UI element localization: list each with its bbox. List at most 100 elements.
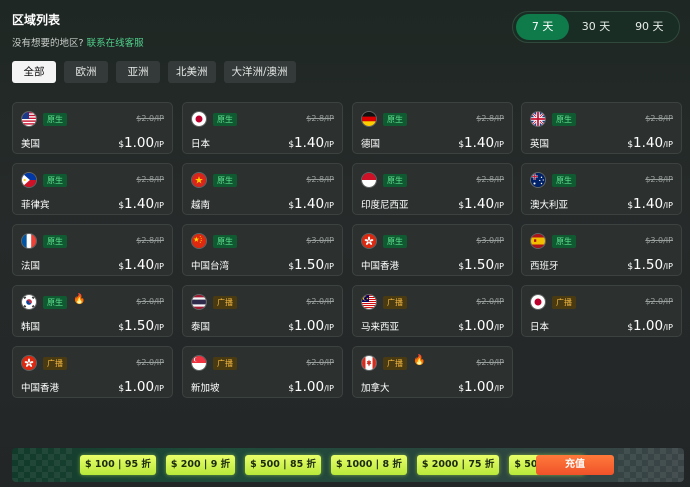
- fire-icon: 🔥: [73, 294, 86, 305]
- region-card[interactable]: 广播 $2.0/IP 中国香港 $1.00/IP: [12, 346, 173, 398]
- region-tab-north-america[interactable]: 北美洲: [168, 61, 216, 83]
- price-unit: /IP: [494, 323, 504, 332]
- region-card[interactable]: 原生 $2.0/IP 美国 $1.00/IP: [12, 102, 173, 154]
- period-option-7d[interactable]: 7 天: [516, 14, 570, 40]
- discount-price: $1.50/IP: [627, 254, 673, 273]
- region-tab-oceania[interactable]: 大洋洲/澳洲: [223, 61, 296, 83]
- recharge-deal-button[interactable]: $ 1000 | 8 折: [331, 455, 407, 475]
- original-price: $2.0/IP: [645, 297, 673, 306]
- region-card[interactable]: 广播 $2.0/IP 泰国 $1.00/IP: [182, 285, 343, 337]
- original-price: $3.0/IP: [645, 236, 673, 245]
- native-badge: 原生: [43, 235, 67, 248]
- region-card[interactable]: 广播 $2.0/IP 日本 $1.00/IP: [521, 285, 682, 337]
- original-price: $2.8/IP: [306, 114, 334, 123]
- contact-support-link[interactable]: 联系在线客服: [87, 38, 144, 49]
- price-unit: /IP: [494, 384, 504, 393]
- broadcast-badge: 广播: [213, 357, 237, 370]
- discount-price: $1.00/IP: [458, 315, 504, 334]
- hk-flag-icon: [361, 233, 377, 249]
- region-card[interactable]: 原生 $3.0/IP 西班牙 $1.50/IP: [521, 224, 682, 276]
- ca-flag-icon: [361, 355, 377, 371]
- region-name: 日本: [191, 139, 211, 150]
- original-price: $2.0/IP: [136, 114, 164, 123]
- broadcast-badge: 广播: [213, 296, 237, 309]
- discount-price: $1.50/IP: [288, 254, 334, 273]
- region-card[interactable]: 广播 $2.0/IP 新加坡 $1.00/IP: [182, 346, 343, 398]
- original-price: $3.0/IP: [136, 297, 164, 306]
- price-unit: /IP: [324, 140, 334, 149]
- region-card[interactable]: 原生 $2.8/IP 澳大利亚 $1.40/IP: [521, 163, 682, 215]
- page-title: 区域列表: [12, 13, 61, 27]
- native-badge: 原生: [552, 113, 576, 126]
- broadcast-badge: 广播: [552, 296, 576, 309]
- native-badge: 原生: [43, 174, 67, 187]
- region-card[interactable]: 原生 $2.8/IP 印度尼西亚 $1.40/IP: [352, 163, 513, 215]
- region-card[interactable]: 广播 🔥 $2.0/IP 加拿大 $1.00/IP: [352, 346, 513, 398]
- period-option-90d[interactable]: 90 天: [623, 14, 676, 40]
- recharge-deal-button[interactable]: $ 500 | 85 折: [245, 455, 321, 475]
- original-price: $2.8/IP: [645, 175, 673, 184]
- region-tab-asia[interactable]: 亚洲: [116, 61, 160, 83]
- price-amount: 1.40: [124, 257, 155, 273]
- price-unit: /IP: [494, 262, 504, 271]
- discount-price: $1.40/IP: [288, 132, 334, 151]
- price-unit: /IP: [494, 201, 504, 210]
- region-name: 中国香港: [21, 383, 60, 394]
- region-name: 加拿大: [361, 383, 390, 394]
- price-amount: 1.40: [294, 196, 325, 212]
- recharge-deal-button[interactable]: $ 2000 | 75 折: [416, 455, 500, 475]
- region-card[interactable]: 广播 $2.0/IP 马来西亚 $1.00/IP: [352, 285, 513, 337]
- ph-flag-icon: [21, 172, 37, 188]
- native-badge: 原生: [552, 174, 576, 187]
- discount-price: $1.00/IP: [627, 315, 673, 334]
- original-price: $2.0/IP: [306, 358, 334, 367]
- vn-flag-icon: [191, 172, 207, 188]
- price-amount: 1.40: [464, 135, 495, 151]
- price-unit: /IP: [663, 262, 673, 271]
- region-tab-all[interactable]: 全部: [12, 61, 56, 83]
- price-amount: 1.00: [124, 135, 155, 151]
- discount-price: $1.40/IP: [118, 193, 164, 212]
- original-price: $2.0/IP: [476, 358, 504, 367]
- period-selector: 7 天 30 天 90 天: [512, 11, 680, 43]
- recharge-deal-button[interactable]: $ 100 | 95 折: [80, 455, 156, 475]
- recharge-deals: $ 100 | 95 折 $ 200 | 9 折 $ 500 | 85 折 $ 100…: [80, 455, 586, 475]
- native-badge: 原生: [43, 113, 67, 126]
- price-unit: /IP: [324, 262, 334, 271]
- recharge-button[interactable]: 充值: [536, 455, 614, 475]
- region-card[interactable]: 原生 $3.0/IP 中国香港 $1.50/IP: [352, 224, 513, 276]
- price-unit: /IP: [324, 384, 334, 393]
- discount-price: $1.50/IP: [458, 254, 504, 273]
- region-card[interactable]: 原生 $2.8/IP 法国 $1.40/IP: [12, 224, 173, 276]
- native-badge: 原生: [213, 174, 237, 187]
- region-name: 中国台湾: [191, 261, 230, 272]
- discount-price: $1.40/IP: [627, 193, 673, 212]
- price-unit: /IP: [663, 323, 673, 332]
- header: 区域列表 没有想要的地区? 联系在线客服: [12, 11, 144, 49]
- discount-price: $1.40/IP: [458, 132, 504, 151]
- sg-flag-icon: [191, 355, 207, 371]
- id-flag-icon: [361, 172, 377, 188]
- region-card[interactable]: 原生 $2.8/IP 菲律宾 $1.40/IP: [12, 163, 173, 215]
- jp-flag-icon: [191, 111, 207, 127]
- region-name: 德国: [361, 139, 381, 150]
- region-card[interactable]: 原生 $2.8/IP 日本 $1.40/IP: [182, 102, 343, 154]
- checker-decoration-right: [618, 448, 684, 482]
- broadcast-badge: 广播: [383, 296, 407, 309]
- discount-price: $1.00/IP: [288, 315, 334, 334]
- period-option-30d[interactable]: 30 天: [569, 14, 622, 40]
- region-card[interactable]: 原生 🔥 $3.0/IP 韩国 $1.50/IP: [12, 285, 173, 337]
- recharge-deal-button[interactable]: $ 200 | 9 折: [165, 455, 236, 475]
- au-flag-icon: [530, 172, 546, 188]
- fire-icon: 🔥: [413, 355, 426, 366]
- region-name: 新加坡: [191, 383, 220, 394]
- discount-price: $1.40/IP: [458, 193, 504, 212]
- region-card[interactable]: 原生 $2.8/IP 英国 $1.40/IP: [521, 102, 682, 154]
- region-card[interactable]: 原生 $2.8/IP 越南 $1.40/IP: [182, 163, 343, 215]
- region-card[interactable]: 原生 $3.0/IP 中国台湾 $1.50/IP: [182, 224, 343, 276]
- my-flag-icon: [361, 294, 377, 310]
- region-tab-europe[interactable]: 欧洲: [64, 61, 108, 83]
- region-name: 印度尼西亚: [361, 200, 409, 211]
- price-amount: 1.00: [124, 379, 155, 395]
- region-card[interactable]: 原生 $2.8/IP 德国 $1.40/IP: [352, 102, 513, 154]
